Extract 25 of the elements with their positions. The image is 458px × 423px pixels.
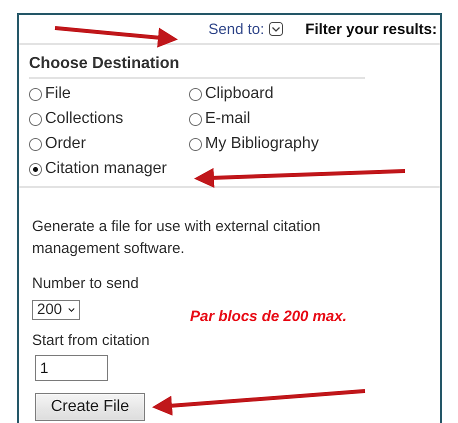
option-label: E-mail: [205, 110, 250, 128]
option-label: Collections: [45, 110, 124, 128]
number-select[interactable]: 200: [32, 300, 80, 320]
section-title: Choose Destination: [29, 55, 365, 79]
option-label: Clipboard: [205, 85, 274, 103]
filter-heading: Filter your results:: [305, 20, 437, 38]
description-text: Generate a file for use with external citation management software.: [32, 217, 322, 259]
field-label: Number to send: [32, 274, 140, 294]
send-to-link[interactable]: Send to:: [208, 20, 264, 38]
radio-button[interactable]: [29, 138, 42, 150]
radio-button[interactable]: [189, 138, 202, 150]
dropdown-icon[interactable]: [269, 22, 284, 36]
radio-button[interactable]: [189, 88, 202, 100]
radio-button[interactable]: [189, 112, 202, 126]
radio-button[interactable]: [29, 162, 42, 176]
create-file-button[interactable]: Create File: [35, 393, 145, 421]
start-input-field[interactable]: 1: [35, 355, 108, 381]
option-label: Order: [45, 135, 86, 153]
radio-button[interactable]: [29, 88, 42, 100]
radio-button[interactable]: [29, 112, 42, 126]
annotation-note: Par blocs de 200 max.: [190, 308, 347, 325]
field-label: Start from citation: [32, 331, 151, 351]
option-label: Citation manager: [45, 160, 167, 178]
option-label: My Bibliography: [205, 135, 319, 153]
option-label: File: [45, 85, 71, 103]
